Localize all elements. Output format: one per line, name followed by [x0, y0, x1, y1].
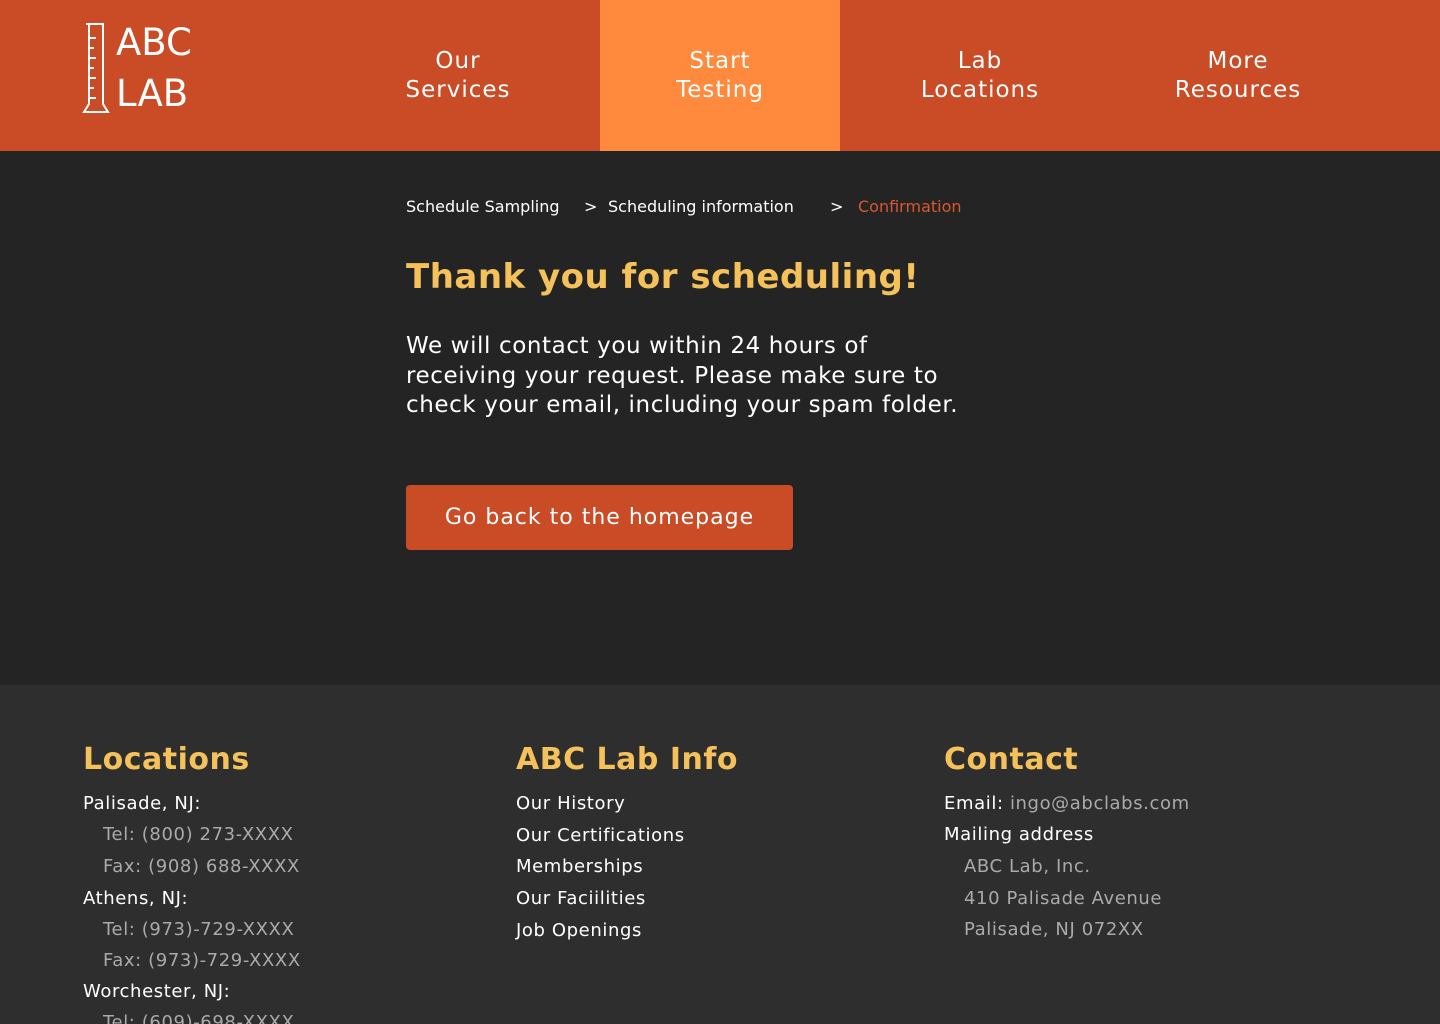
site-footer: Locations Palisade, NJ: Tel: (800) 273-X… [0, 685, 1440, 1024]
go-back-homepage-button[interactable]: Go back to the homepage [406, 485, 793, 550]
site-header: ABC LAB Our Services Start Testing Lab L… [0, 0, 1440, 151]
nav-start-testing[interactable]: Start Testing [600, 0, 840, 151]
graduated-cylinder-icon [82, 23, 110, 113]
contact-address-line: Palisade, NJ 072XX [964, 919, 1144, 940]
breadcrumb-separator: > [830, 197, 844, 216]
location-fax: Fax: (908) 688-XXXX [103, 856, 300, 877]
footer-contact-heading: Contact [944, 742, 1079, 777]
nav-lab-locations[interactable]: Lab Locations [860, 0, 1100, 151]
logo-text-line-2: LAB [116, 72, 189, 115]
confirmation-message: We will contact you within 24 hours of r… [406, 333, 959, 418]
page-title: Thank you for scheduling! [406, 257, 920, 297]
location-phone[interactable]: Tel: (973)-729-XXXX [103, 918, 294, 942]
location-name: Palisade, NJ: [83, 793, 202, 814]
nav-start-testing-label: Start Testing [676, 47, 764, 103]
breadcrumb-scheduling-information[interactable]: Scheduling information [608, 195, 794, 219]
footer-link-our-facilities[interactable]: Our Faciilities [516, 887, 646, 911]
contact-address-line: ABC Lab, Inc. [964, 856, 1091, 877]
footer-link-our-history[interactable]: Our History [516, 792, 625, 816]
breadcrumb-confirmation: Confirmation [858, 197, 962, 216]
nav-our-services-label: Our Services [405, 47, 511, 103]
contact-email-row: Email: ingo@abclabs.com [944, 792, 1190, 816]
location-phone[interactable]: Tel: (800) 273-XXXX [103, 823, 294, 847]
breadcrumb-schedule-sampling[interactable]: Schedule Sampling [406, 195, 560, 219]
location-name: Worchester, NJ: [83, 981, 231, 1002]
go-back-homepage-button-label: Go back to the homepage [444, 505, 755, 530]
nav-more-resources-label: More Resources [1174, 47, 1302, 103]
footer-link-job-openings[interactable]: Job Openings [516, 919, 642, 943]
location-fax: Fax: (973)-729-XXXX [103, 950, 301, 971]
logo[interactable]: ABC LAB [82, 22, 202, 114]
footer-link-our-certifications[interactable]: Our Certifications [516, 824, 685, 848]
breadcrumb-separator: > [584, 197, 598, 216]
logo-text-line-1: ABC [116, 21, 192, 64]
contact-mailing-label: Mailing address [944, 824, 1094, 845]
footer-locations-heading: Locations [83, 742, 250, 777]
nav-lab-locations-label: Lab Locations [920, 47, 1040, 103]
contact-email-link[interactable]: ingo@abclabs.com [1010, 793, 1190, 814]
footer-info-heading: ABC Lab Info [516, 742, 739, 777]
nav-our-services[interactable]: Our Services [338, 0, 578, 151]
contact-email-label: Email: [944, 793, 1004, 814]
contact-address-line: 410 Palisade Avenue [964, 888, 1163, 909]
footer-link-memberships[interactable]: Memberships [516, 855, 643, 879]
nav-more-resources[interactable]: More Resources [1118, 0, 1358, 151]
location-phone[interactable]: Tel: (609)-698-XXXX [103, 1011, 294, 1024]
location-name: Athens, NJ: [83, 888, 189, 909]
